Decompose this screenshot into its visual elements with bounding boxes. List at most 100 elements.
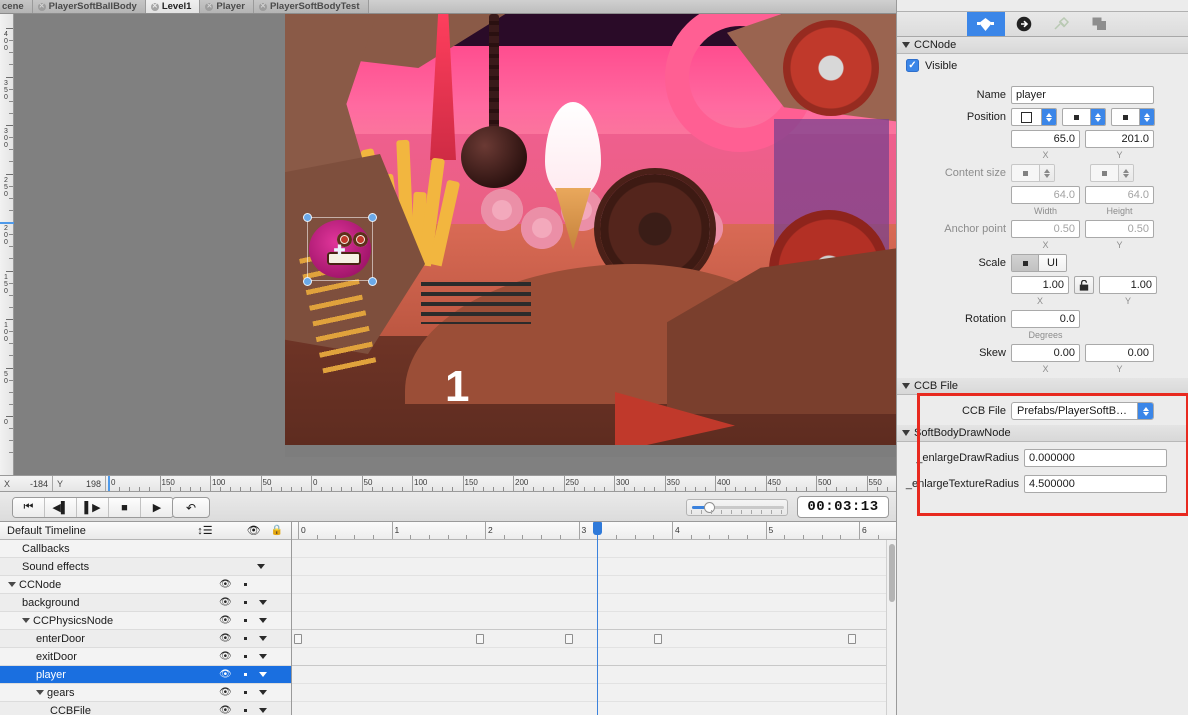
timeline-zoom-slider[interactable] [686,499,788,516]
playhead[interactable] [593,522,603,715]
lock-dot-icon[interactable] [243,673,247,676]
selection-handle-top-left[interactable] [303,213,312,222]
visible-checkbox[interactable]: ✓ [906,59,919,72]
go-to-start-button[interactable]: ⏮ [13,498,45,517]
layers-icon[interactable] [1081,12,1119,36]
timeline-track-row[interactable] [292,666,896,684]
timeline-vertical-scrollbar[interactable] [886,540,896,715]
eye-icon[interactable]: 👁 [219,579,232,590]
tree-row[interactable]: CCBFile 👁 [0,702,291,715]
eye-icon[interactable]: 👁 [219,687,232,698]
chevron-down-icon[interactable] [258,672,267,677]
keyframe-marker[interactable] [476,634,485,644]
timeline-track-row[interactable] [292,594,896,612]
section-header-softbodydrawnode[interactable]: SoftBodyDrawNode [897,425,1188,442]
section-header-ccbfile[interactable]: CCB File [897,378,1188,395]
lock-dot-icon[interactable] [243,619,247,622]
chevron-down-icon[interactable] [258,618,267,623]
timeline-track-row[interactable] [292,612,896,630]
anchor-x-input[interactable]: 0.50 [1011,220,1080,238]
chevron-down-icon[interactable] [258,600,267,605]
tree-row[interactable]: CCNode 👁 [0,576,291,594]
timeline-track-row[interactable] [292,648,896,666]
close-circle-icon[interactable]: ✕ [258,2,267,11]
close-circle-icon[interactable]: ✕ [205,2,214,11]
timeline-track-row[interactable] [292,684,896,702]
chevron-down-icon[interactable] [258,654,267,659]
canvas-editor[interactable]: 400350300250200150100500 1 ✚ [0,14,896,475]
section-header-ccnode[interactable]: CCNode [897,37,1188,54]
position-reference-corner-stepper[interactable] [1011,108,1057,126]
anchor-y-input[interactable]: 0.50 [1085,220,1154,238]
tree-row[interactable]: Sound effects [0,558,291,576]
stepper-arrows[interactable] [1139,109,1154,125]
tree-row[interactable]: gears 👁 [0,684,291,702]
disclosure-triangle-icon[interactable] [8,582,16,587]
scale-x-input[interactable]: 1.00 [1011,276,1069,294]
disclosure-triangle-icon[interactable] [36,690,44,695]
enlarge-texture-radius-input[interactable]: 4.500000 [1024,475,1167,493]
chevron-down-icon[interactable] [258,690,267,695]
tree-row[interactable]: background 👁 [0,594,291,612]
timeline-track-row[interactable] [292,702,896,715]
play-button[interactable]: ▶ [141,498,173,517]
enlarge-draw-radius-input[interactable]: 0.000000 [1024,449,1167,467]
stepper-arrows[interactable] [1090,109,1105,125]
playhead-handle[interactable] [593,522,603,535]
selection-handle-bottom-right[interactable] [368,277,377,286]
tree-row[interactable]: enterDoor 👁 [0,630,291,648]
physics-pin-icon[interactable] [1043,12,1081,36]
scale-lock-button[interactable] [1074,276,1094,294]
close-circle-icon[interactable]: ✕ [150,2,159,11]
anchor-point-crosshair-icon[interactable]: ✚ [333,243,346,257]
scale-y-input[interactable]: 1.00 [1099,276,1157,294]
timeline-track-rows[interactable] [292,540,896,715]
disclosure-triangle-icon[interactable] [22,618,30,623]
lock-dot-icon[interactable] [243,709,247,712]
eye-icon[interactable]: 👁 [219,669,232,680]
disclosure-triangle-icon[interactable] [902,42,910,48]
lock-dot-icon[interactable] [243,637,247,640]
sort-list-icon[interactable]: ↕☰ [197,524,212,537]
position-y-input[interactable]: 201.0 [1085,130,1154,148]
lock-dot-icon[interactable] [243,601,247,604]
scale-unit-ui-option[interactable]: UI [1039,255,1066,271]
eye-icon[interactable]: 👁 [219,615,232,626]
tree-row[interactable]: Callbacks [0,540,291,558]
disclosure-triangle-icon[interactable] [902,383,910,389]
skew-y-input[interactable]: 0.00 [1085,344,1154,362]
loop-toggle-button[interactable]: ↶ [172,497,210,518]
timeline-track-row[interactable] [292,540,896,558]
eye-icon[interactable]: 👁 [219,705,232,715]
eye-icon[interactable]: 👁 [219,633,232,644]
stepper-arrows[interactable] [1118,165,1133,181]
lock-dot-icon[interactable] [243,655,247,658]
content-height-input[interactable]: 64.0 [1085,186,1154,204]
keyframe-marker[interactable] [565,634,574,644]
skew-x-input[interactable]: 0.00 [1011,344,1080,362]
keyframe-marker[interactable] [848,634,857,644]
timeline-track-area[interactable]: 0 1 2 3 4 5 6 [292,522,896,715]
scale-unit-segmented-control[interactable]: UI [1011,254,1067,272]
chevron-down-icon[interactable] [258,708,267,713]
tree-row-selected[interactable]: player 👁 [0,666,291,684]
close-circle-icon[interactable]: ✕ [37,2,46,11]
content-width-unit-stepper[interactable] [1011,164,1055,182]
stepper-arrows[interactable] [1039,165,1054,181]
tab-playersoftballbody[interactable]: ✕ PlayerSoftBallBody [32,0,146,13]
tree-row[interactable]: CCPhysicsNode 👁 [0,612,291,630]
timeline-track-row[interactable] [292,576,896,594]
content-width-input[interactable]: 64.0 [1011,186,1080,204]
step-forward-button[interactable]: ▌▶ [77,498,109,517]
tree-row[interactable]: exitDoor 👁 [0,648,291,666]
position-x-input[interactable]: 65.0 [1011,130,1080,148]
tab-player[interactable]: ✕ Player [200,0,254,13]
lock-dot-icon[interactable] [243,691,247,694]
timeline-track-row[interactable] [292,558,896,576]
eye-icon[interactable]: 👁 [219,651,232,662]
eye-icon[interactable]: 👁 [219,597,232,608]
disclosure-triangle-icon[interactable] [902,430,910,436]
timeline-track-row[interactable] [292,630,896,648]
chevron-down-icon[interactable] [258,636,267,641]
lock-dot-icon[interactable] [243,583,247,586]
